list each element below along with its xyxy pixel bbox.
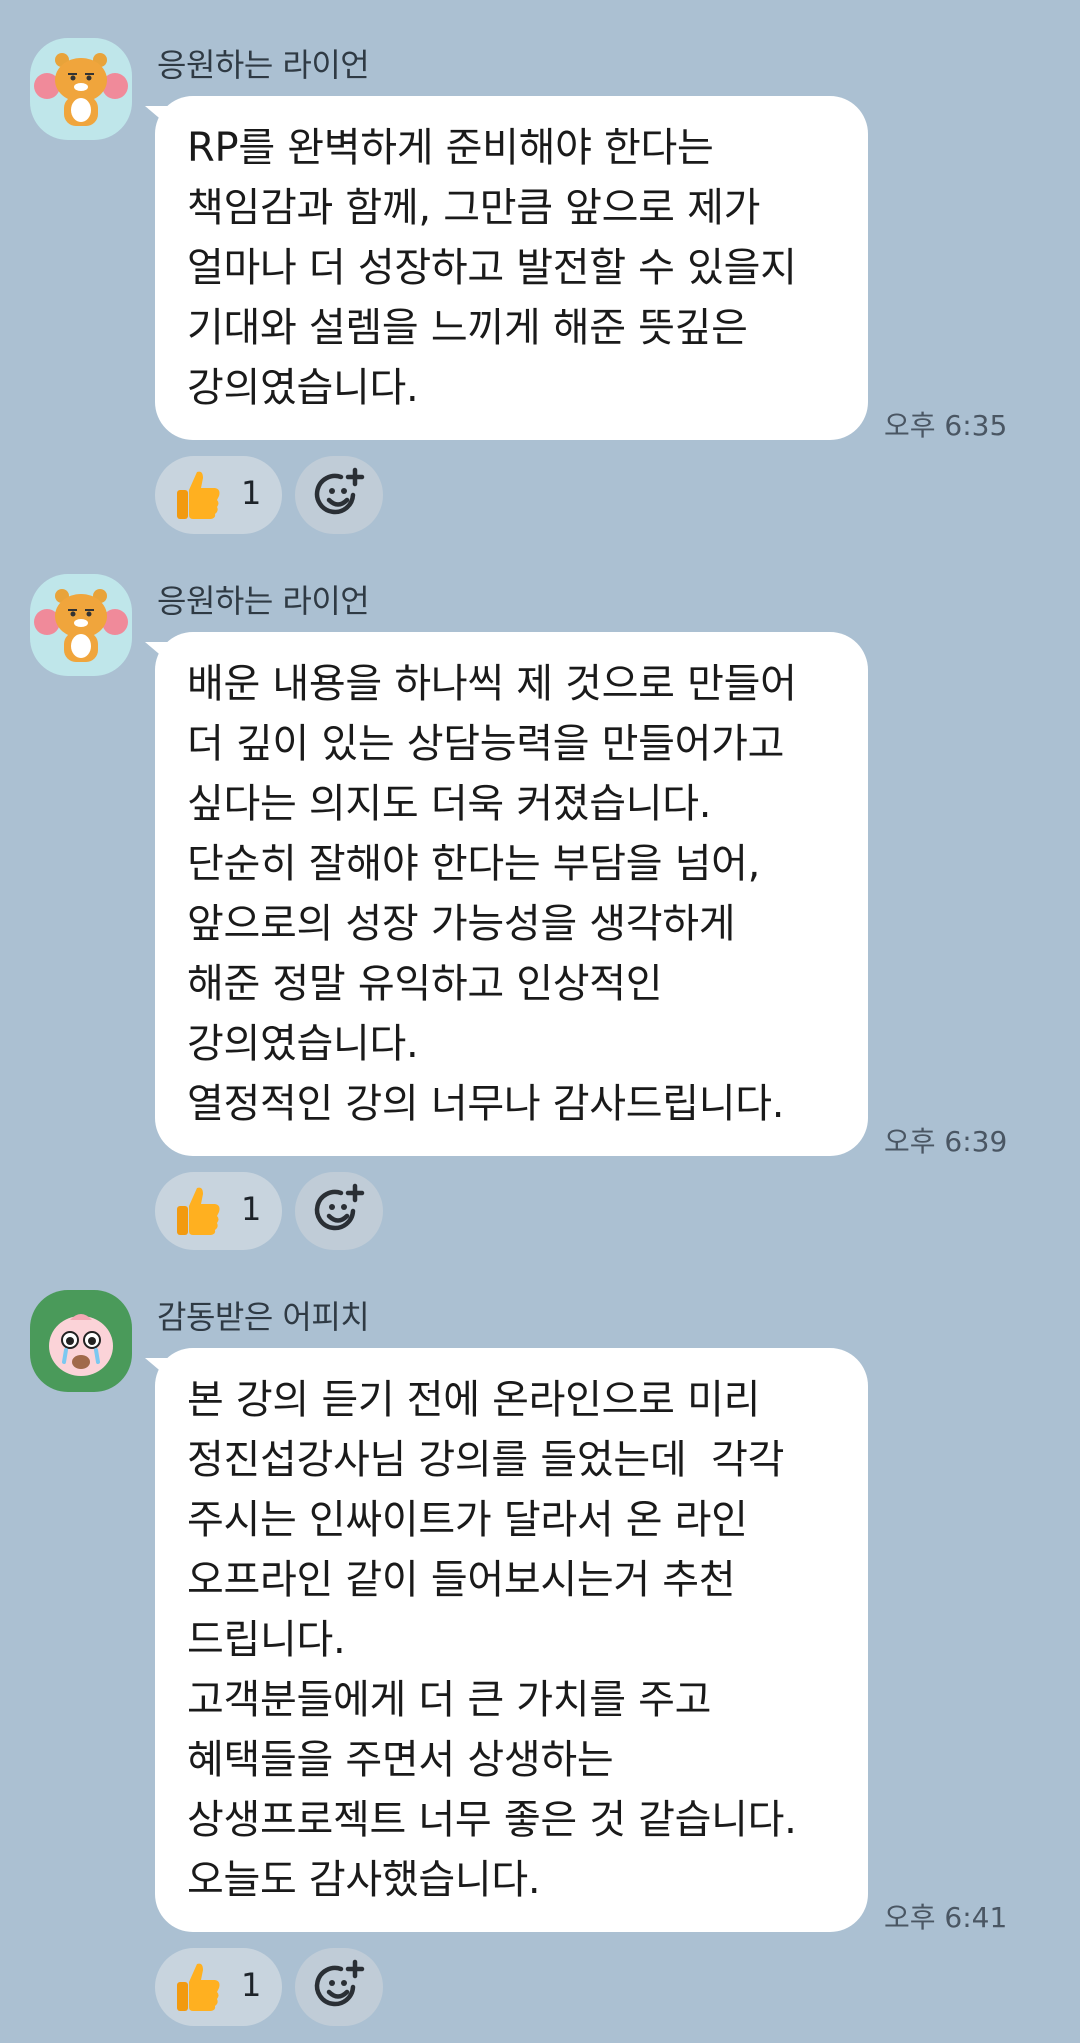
message-line: 혜택들을 주면서 상생하는 xyxy=(187,1737,614,1783)
message-line: 드립니다. xyxy=(187,1617,346,1663)
sender-name: 감동받은 어피치 xyxy=(157,1298,370,1336)
message-line: 책임감과 함께, 그만큼 앞으로 제가 xyxy=(187,185,761,231)
ryan-avatar[interactable] xyxy=(30,574,132,676)
message-line: 단순히 잘해야 한다는 부담을 넘어, xyxy=(187,841,761,887)
message-bubble[interactable]: 본 강의 듣기 전에 온라인으로 미리 정진섭강사님 강의를 들었는데 각각 주… xyxy=(155,1348,868,1932)
message-line: 오프라인 같이 들어보시는거 추천 xyxy=(187,1557,736,1603)
message-bubble[interactable]: 배운 내용을 하나씩 제 것으로 만들어 더 깊이 있는 상담능력을 만들어가고… xyxy=(155,632,868,1156)
message-line: 얼마나 더 성장하고 발전할 수 있을지 xyxy=(187,245,797,291)
add-reaction-button[interactable] xyxy=(295,1172,383,1250)
add-emoji-reaction-icon xyxy=(314,467,365,515)
add-reaction-button[interactable] xyxy=(295,1948,383,2026)
message-line: 더 깊이 있는 상담능력을 만들어가고 xyxy=(187,721,785,767)
message-line: 열정적인 강의 너무나 감사드립니다. xyxy=(187,1081,785,1127)
ryan-avatar[interactable] xyxy=(30,38,132,140)
sender-name: 응원하는 라이언 xyxy=(157,46,370,84)
thumbs-up-reaction[interactable]: 1 xyxy=(155,1948,282,2026)
message-line: 강의였습니다. xyxy=(187,365,419,411)
message-line: 기대와 설렘을 느끼게 해준 뜻깊은 xyxy=(187,305,748,351)
message-line: 오늘도 감사했습니다. xyxy=(187,1857,541,1903)
thumbs-up-reaction[interactable]: 1 xyxy=(155,456,282,534)
reaction-count: 1 xyxy=(241,1966,262,2004)
message-bubble[interactable]: RP를 완벽하게 준비해야 한다는 책임감과 함께, 그만큼 앞으로 제가 얼마… xyxy=(155,96,868,440)
message-timestamp: 오후 6:35 xyxy=(884,409,1008,442)
add-emoji-reaction-icon xyxy=(314,1183,365,1231)
add-reaction-button[interactable] xyxy=(295,456,383,534)
thumbs-up-icon xyxy=(177,1963,220,2011)
message-line: 상생프로젝트 너무 좋은 것 같습니다. xyxy=(187,1797,797,1843)
thumbs-up-icon xyxy=(177,471,220,519)
apeach-avatar[interactable] xyxy=(30,1290,132,1392)
message-line: RP를 완벽하게 준비해야 한다는 xyxy=(187,125,714,171)
message-timestamp: 오후 6:39 xyxy=(884,1125,1008,1158)
message-line: 주시는 인싸이트가 달라서 온 라인 xyxy=(187,1497,748,1543)
message-line: 앞으로의 성장 가능성을 생각하게 xyxy=(187,901,736,947)
reaction-count: 1 xyxy=(241,474,262,512)
message-line: 강의였습니다. xyxy=(187,1021,419,1067)
thumbs-up-reaction[interactable]: 1 xyxy=(155,1172,282,1250)
message-line: 본 강의 듣기 전에 온라인으로 미리 xyxy=(187,1377,761,1423)
sender-name: 응원하는 라이언 xyxy=(157,582,370,620)
reaction-count: 1 xyxy=(241,1190,262,1228)
message-line: 고객분들에게 더 큰 가치를 주고 xyxy=(187,1677,712,1723)
message-line: 해준 정말 유익하고 인상적인 xyxy=(187,961,663,1007)
message-line: 싶다는 의지도 더욱 커졌습니다. xyxy=(187,781,712,827)
add-emoji-reaction-icon xyxy=(314,1959,365,2007)
thumbs-up-icon xyxy=(177,1187,220,1235)
message-timestamp: 오후 6:41 xyxy=(884,1901,1008,1934)
message-line: 배운 내용을 하나씩 제 것으로 만들어 xyxy=(187,661,797,707)
message-line: 정진섭강사님 강의를 들었는데 각각 xyxy=(187,1437,785,1483)
